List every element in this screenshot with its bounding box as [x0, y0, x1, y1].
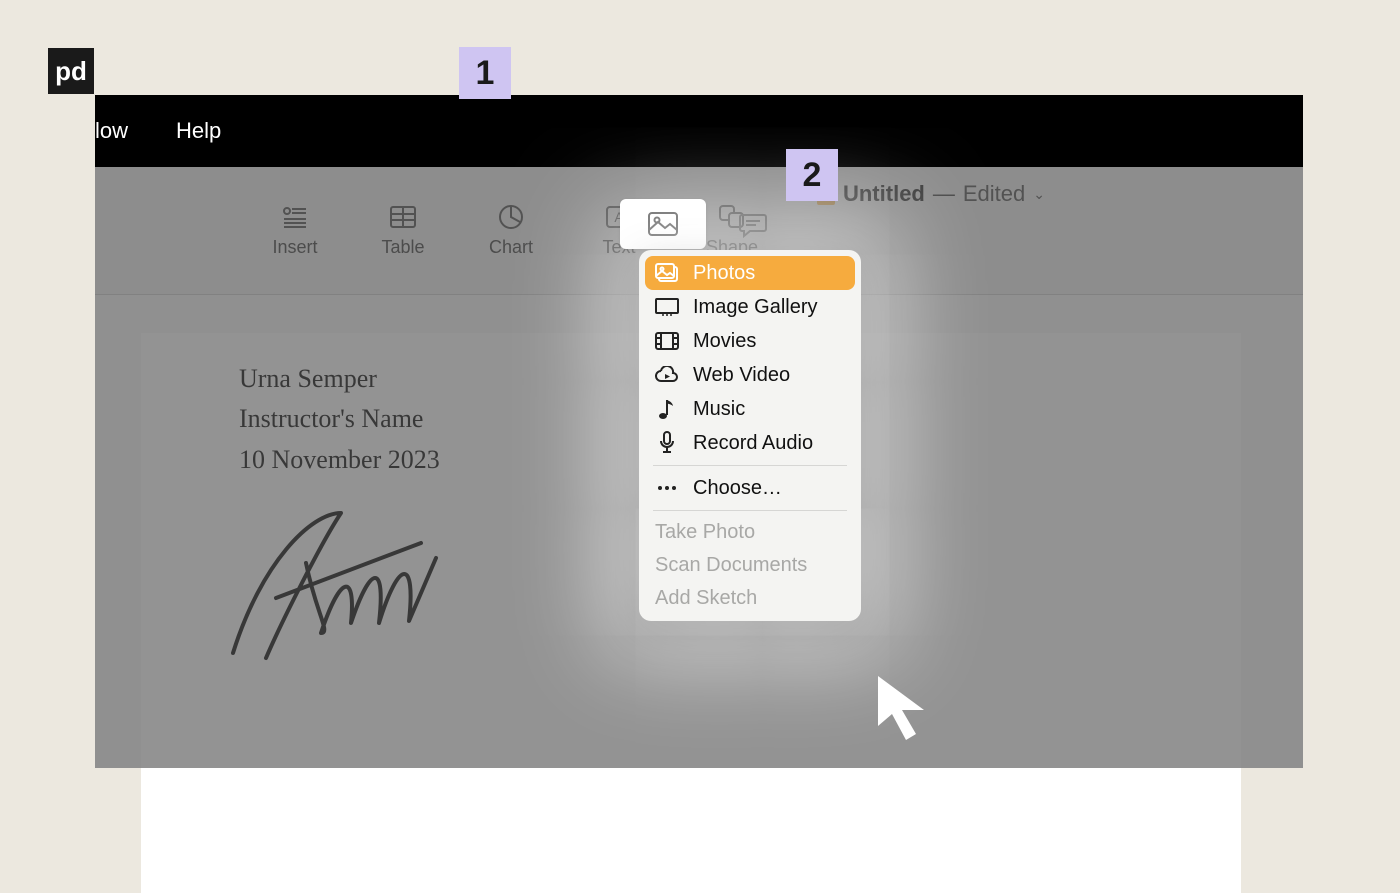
dropdown-separator — [653, 510, 847, 511]
insert-button[interactable]: Insert — [265, 203, 325, 258]
body-line-date: 10 November 2023 — [239, 440, 440, 480]
movies-icon — [655, 329, 679, 353]
chart-label: Chart — [489, 237, 533, 258]
ellipsis-icon — [655, 476, 679, 500]
signature-image — [221, 503, 461, 673]
chart-icon — [497, 203, 525, 231]
document-content[interactable]: Urna Semper Instructor's Name 10 Novembe… — [239, 359, 440, 480]
menubar: low Help — [95, 95, 1303, 167]
menubar-item-help[interactable]: Help — [152, 118, 245, 144]
document-status: Edited — [963, 181, 1025, 207]
media-dropdown: Photos Image Gallery Movies Web Video Mu… — [639, 250, 861, 621]
table-label: Table — [381, 237, 424, 258]
body-line-instructor: Instructor's Name — [239, 399, 440, 439]
dropdown-item-record-audio[interactable]: Record Audio — [645, 426, 855, 460]
annotation-callout-1: 1 — [459, 47, 511, 99]
dropdown-label-image-gallery: Image Gallery — [693, 296, 818, 319]
photos-icon — [655, 261, 679, 285]
music-icon — [655, 397, 679, 421]
document-title[interactable]: Untitled — Edited ⌄ — [817, 181, 1045, 207]
dropdown-label-record-audio: Record Audio — [693, 432, 813, 455]
chevron-down-icon: ⌄ — [1033, 186, 1045, 203]
dropdown-item-choose[interactable]: Choose… — [645, 471, 855, 505]
menubar-item-low[interactable]: low — [95, 118, 152, 144]
dropdown-label-web-video: Web Video — [693, 364, 790, 387]
dropdown-item-image-gallery[interactable]: Image Gallery — [645, 290, 855, 324]
insert-label: Insert — [272, 237, 317, 258]
dropdown-item-scan-documents: Scan Documents — [645, 549, 855, 582]
annotation-callout-2: 2 — [786, 149, 838, 201]
document-name: Untitled — [843, 181, 925, 207]
table-button[interactable]: Table — [373, 203, 433, 258]
cursor-pointer-icon — [872, 670, 942, 750]
dropdown-label-choose: Choose… — [693, 477, 782, 500]
dropdown-label-music: Music — [693, 398, 745, 421]
dropdown-label-movies: Movies — [693, 330, 756, 353]
app-window: low Help Untitled — Edited ⌄ Insert Tabl… — [95, 95, 1303, 768]
dropdown-item-web-video[interactable]: Web Video — [645, 358, 855, 392]
dropdown-item-music[interactable]: Music — [645, 392, 855, 426]
web-video-icon — [655, 363, 679, 387]
comment-button[interactable] — [733, 205, 773, 245]
image-gallery-icon — [655, 295, 679, 319]
dropdown-label-scan-documents: Scan Documents — [655, 554, 807, 577]
dropdown-item-photos[interactable]: Photos — [645, 256, 855, 290]
table-icon — [389, 203, 417, 231]
dropdown-label-photos: Photos — [693, 262, 755, 285]
dropdown-label-add-sketch: Add Sketch — [655, 587, 757, 610]
brand-logo: pd — [48, 48, 94, 94]
dropdown-item-movies[interactable]: Movies — [645, 324, 855, 358]
dropdown-item-add-sketch: Add Sketch — [645, 582, 855, 615]
dropdown-separator — [653, 465, 847, 466]
chart-button[interactable]: Chart — [481, 203, 541, 258]
media-icon — [648, 212, 678, 236]
dropdown-item-take-photo: Take Photo — [645, 516, 855, 549]
microphone-icon — [655, 431, 679, 455]
media-button[interactable] — [620, 199, 706, 249]
insert-icon — [281, 203, 309, 231]
comment-icon — [739, 212, 767, 238]
dropdown-label-take-photo: Take Photo — [655, 521, 755, 544]
title-separator: — — [933, 181, 955, 207]
body-line-author: Urna Semper — [239, 359, 440, 399]
